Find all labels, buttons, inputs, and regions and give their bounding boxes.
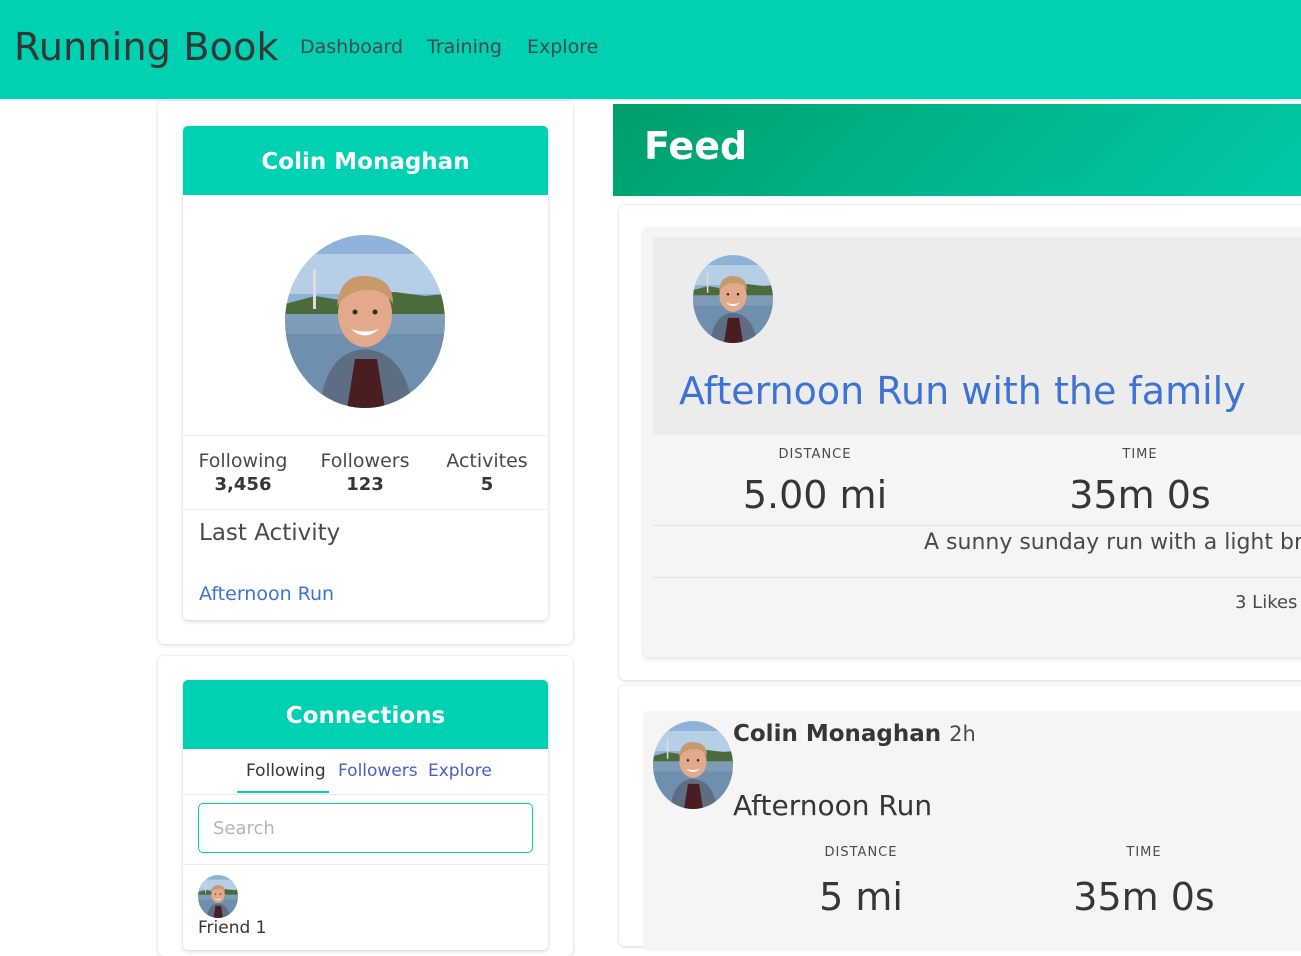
stat-followers[interactable]: Followers 123 bbox=[305, 450, 425, 495]
profile-card: Colin Monaghan Following 3,456 Followers… bbox=[183, 126, 548, 620]
friend-avatar[interactable] bbox=[198, 875, 238, 918]
brand-logo[interactable]: Running Book bbox=[14, 25, 279, 69]
post-title-link[interactable]: Afternoon Run with the family bbox=[679, 369, 1246, 413]
tab-following[interactable]: Following bbox=[246, 761, 326, 781]
divider bbox=[653, 577, 1301, 578]
post-title[interactable]: Afternoon Run bbox=[733, 789, 932, 822]
metric-time-label: TIME bbox=[1122, 447, 1158, 462]
connections-title: Connections bbox=[183, 680, 548, 749]
post-card: Colin Monaghan 2h Afternoon Run DISTANCE… bbox=[643, 711, 1301, 951]
nav-dashboard[interactable]: Dashboard bbox=[300, 36, 403, 58]
tab-followers[interactable]: Followers bbox=[338, 761, 418, 781]
stat-value: 3,456 bbox=[214, 474, 272, 495]
feed-header: Feed bbox=[613, 104, 1301, 196]
stat-value: 123 bbox=[346, 474, 384, 495]
post-hero: Afternoon Run with the family bbox=[653, 237, 1301, 435]
profile-stats: Following 3,456 Followers 123 Activites … bbox=[183, 436, 548, 510]
metric-time-label: TIME bbox=[1126, 845, 1162, 860]
stat-value: 5 bbox=[480, 474, 494, 495]
stat-label: Activites bbox=[446, 450, 528, 472]
last-activity-heading: Last Activity bbox=[199, 520, 341, 546]
connections-tabs: Following Followers Explore bbox=[183, 749, 548, 795]
profile-image-area bbox=[183, 195, 548, 436]
post-card: Afternoon Run with the family DISTANCE 5… bbox=[643, 227, 1301, 657]
tab-explore[interactable]: Explore bbox=[428, 761, 492, 781]
nav-training[interactable]: Training bbox=[427, 36, 502, 58]
divider bbox=[183, 864, 548, 865]
post-author-name: Colin Monaghan bbox=[733, 721, 942, 747]
active-tab-indicator bbox=[237, 791, 329, 793]
last-activity-link[interactable]: Afternoon Run bbox=[199, 583, 334, 605]
stat-label: Followers bbox=[320, 450, 410, 472]
stat-label: Following bbox=[198, 450, 288, 472]
friend-name[interactable]: Friend 1 bbox=[198, 918, 267, 938]
stat-activities[interactable]: Activites 5 bbox=[427, 450, 547, 495]
metric-time-value: 35m 0s bbox=[1073, 875, 1215, 919]
post-author-avatar[interactable] bbox=[653, 721, 733, 809]
profile-avatar[interactable] bbox=[285, 235, 445, 408]
metric-distance-label: DISTANCE bbox=[778, 447, 852, 462]
post-description: A sunny sunday run with a light br bbox=[924, 530, 1301, 555]
post-likes[interactable]: 3 Likes bbox=[1235, 592, 1297, 613]
top-navbar: Running Book Dashboard Training Explore bbox=[0, 0, 1301, 101]
metric-time-value: 35m 0s bbox=[1069, 473, 1211, 517]
nav-explore[interactable]: Explore bbox=[527, 36, 598, 58]
connections-search-input[interactable] bbox=[198, 803, 533, 853]
metric-distance-value: 5 mi bbox=[819, 875, 903, 919]
divider bbox=[653, 525, 1301, 526]
post-time: 2h bbox=[949, 722, 976, 746]
metric-distance-label: DISTANCE bbox=[824, 845, 898, 860]
feed-title: Feed bbox=[644, 124, 748, 168]
profile-name: Colin Monaghan bbox=[183, 126, 548, 195]
metric-distance-value: 5.00 mi bbox=[742, 473, 888, 517]
post-author[interactable]: Colin Monaghan 2h bbox=[733, 721, 976, 747]
connections-card: Connections Following Followers Explore … bbox=[183, 680, 548, 950]
post-author-avatar[interactable] bbox=[693, 255, 773, 343]
stat-following[interactable]: Following 3,456 bbox=[183, 450, 303, 495]
